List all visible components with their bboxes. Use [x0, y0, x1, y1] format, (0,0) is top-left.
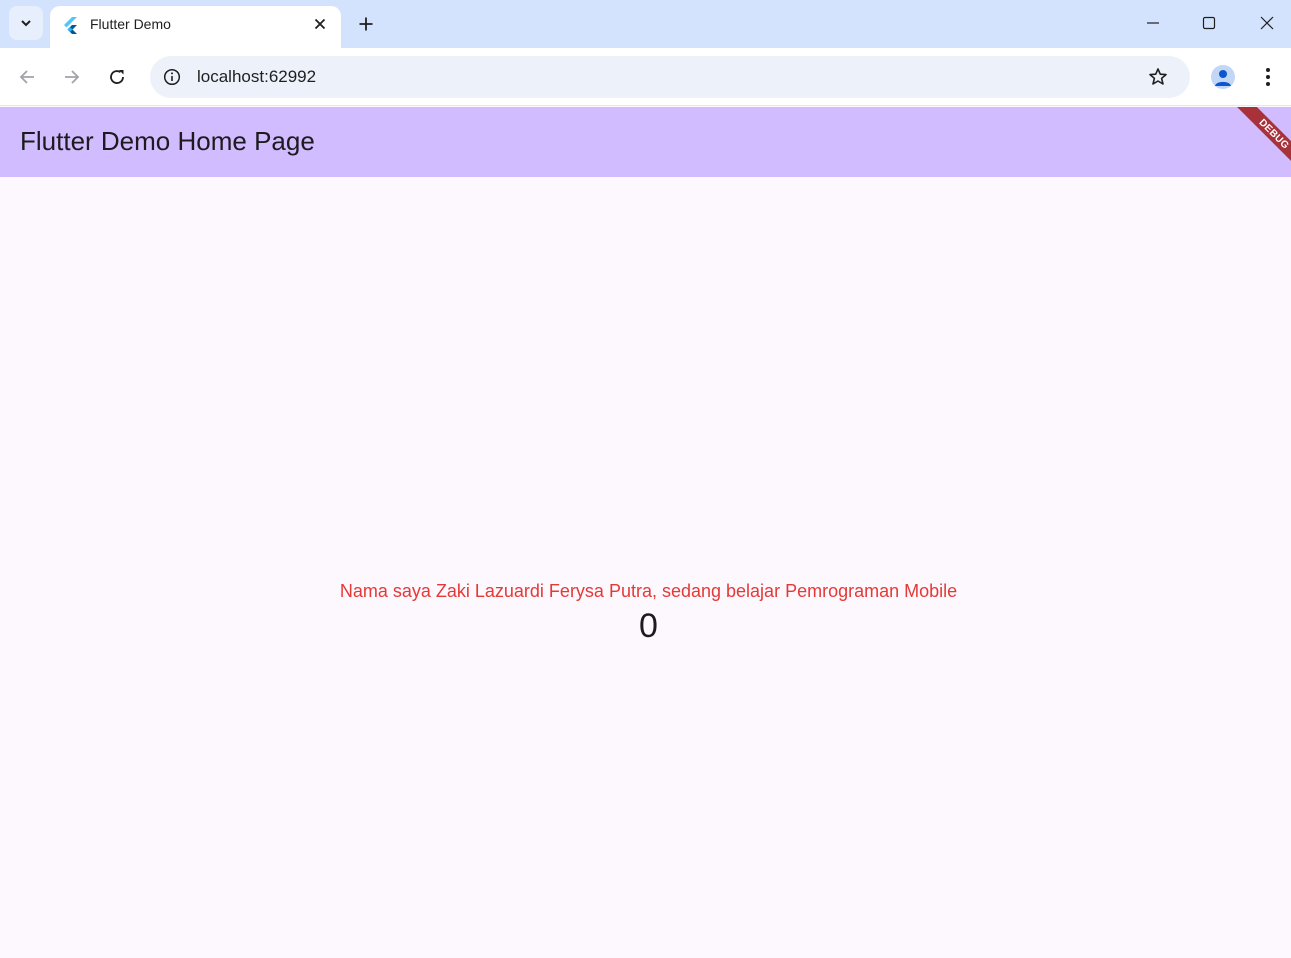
- maximize-icon: [1202, 16, 1216, 30]
- counter-value: 0: [639, 607, 658, 645]
- intro-message: Nama saya Zaki Lazuardi Ferysa Putra, se…: [339, 581, 958, 601]
- maximize-button[interactable]: [1186, 6, 1232, 40]
- minimize-icon: [1147, 22, 1159, 24]
- profile-icon: [1215, 70, 1231, 86]
- reload-button[interactable]: [100, 60, 134, 94]
- tab-close-button[interactable]: [309, 13, 331, 35]
- more-vert-icon: [1266, 68, 1270, 86]
- chevron-down-icon: [21, 20, 31, 27]
- profile-button[interactable]: [1211, 65, 1235, 89]
- tab-search-button[interactable]: [9, 6, 43, 40]
- plus-icon: [359, 17, 373, 31]
- back-button[interactable]: [10, 60, 44, 94]
- star-icon: [1149, 68, 1167, 85]
- browser-toolbar: localhost:62992: [0, 48, 1291, 106]
- window-close-icon: [1260, 16, 1274, 30]
- close-icon: [314, 18, 326, 30]
- flutter-icon: [64, 17, 77, 34]
- forward-icon: [65, 70, 80, 84]
- browser-menu-button[interactable]: [1258, 64, 1278, 90]
- tab-title: Flutter Demo: [90, 16, 171, 32]
- tab-strip: Flutter Demo: [0, 0, 1291, 48]
- app-title: Flutter Demo Home Page: [20, 126, 315, 156]
- app-body: Nama saya Zaki Lazuardi Ferysa Putra, se…: [0, 177, 1291, 958]
- url-text[interactable]: localhost:62992: [197, 67, 316, 87]
- info-icon: [163, 68, 181, 86]
- minimize-button[interactable]: [1130, 6, 1176, 40]
- app-bar: Flutter Demo Home Page DEBUG: [0, 107, 1291, 177]
- debug-banner-label: DEBUG: [1256, 116, 1291, 152]
- forward-button[interactable]: [55, 60, 89, 94]
- reload-icon: [110, 70, 124, 84]
- debug-banner: DEBUG: [1235, 107, 1291, 173]
- window-close-button[interactable]: [1244, 6, 1290, 40]
- new-tab-button[interactable]: [352, 10, 380, 38]
- address-bar[interactable]: localhost:62992: [150, 56, 1190, 98]
- bookmark-button[interactable]: [1146, 65, 1170, 89]
- back-icon: [19, 70, 34, 84]
- site-info-button[interactable]: [160, 65, 184, 89]
- tab-flutter-demo[interactable]: Flutter Demo: [50, 6, 341, 48]
